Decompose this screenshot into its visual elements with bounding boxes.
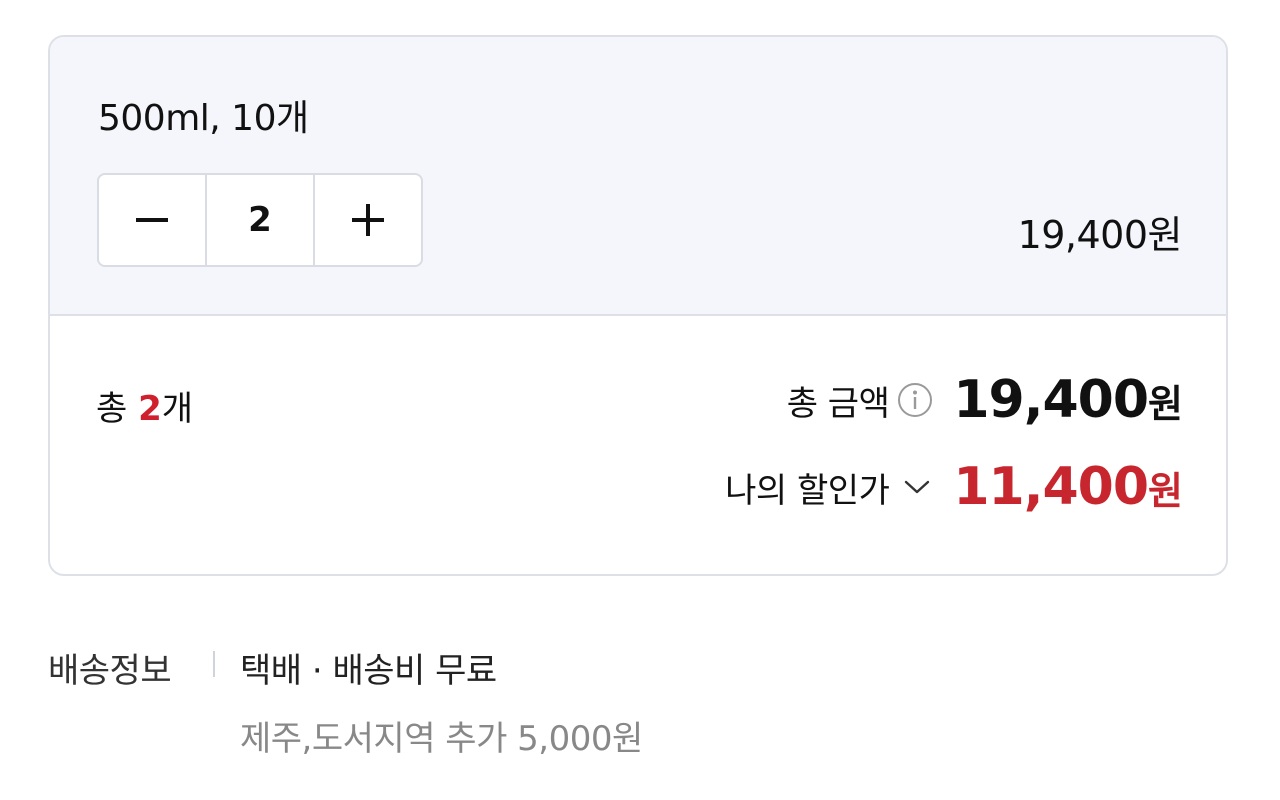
quantity-value[interactable]: 2 <box>204 175 316 265</box>
shipping-method: 택배 · 배송비 무료 <box>240 651 497 691</box>
discount-price: 11,400원 <box>953 457 1183 517</box>
minus-icon <box>135 218 168 222</box>
total-amount: 19,400원 <box>953 370 1183 430</box>
total-amount-label: 총 금액 <box>786 383 890 424</box>
quantity-stepper: 2 <box>97 173 423 267</box>
discount-price-unit: 원 <box>1148 469 1183 513</box>
discount-price-row: 나의 할인가 11,400원 <box>725 457 1183 517</box>
shipping-divider <box>213 651 215 677</box>
order-summary-card: 500ml, 10개 2 19,400원 총 2개 총 금액 19,400원 나… <box>48 35 1228 576</box>
discount-price-toggle[interactable]: 나의 할인가 <box>725 463 890 512</box>
shipping-extra-fee: 제주,도서지역 추가 5,000원 <box>240 719 643 759</box>
option-price: 19,400원 <box>1017 213 1183 257</box>
decrease-quantity-button[interactable] <box>99 175 205 265</box>
total-amount-row: 총 금액 19,400원 <box>786 370 1183 430</box>
chevron-down-icon[interactable] <box>903 478 931 496</box>
plus-icon <box>352 204 385 236</box>
total-count-suffix: 개 <box>161 389 194 429</box>
option-name: 500ml, 10개 <box>98 98 309 139</box>
total-count: 총 2개 <box>96 381 193 430</box>
shipping-info-title: 배송정보 <box>48 651 172 691</box>
total-amount-unit: 원 <box>1148 382 1183 426</box>
increase-quantity-button[interactable] <box>315 175 421 265</box>
info-icon[interactable] <box>897 382 933 418</box>
total-amount-value: 19,400 <box>953 370 1149 430</box>
total-count-prefix: 총 <box>96 389 139 429</box>
selected-option-panel: 500ml, 10개 2 19,400원 <box>50 37 1226 316</box>
discount-price-value: 11,400 <box>953 457 1149 517</box>
total-count-value: 2 <box>138 389 162 429</box>
